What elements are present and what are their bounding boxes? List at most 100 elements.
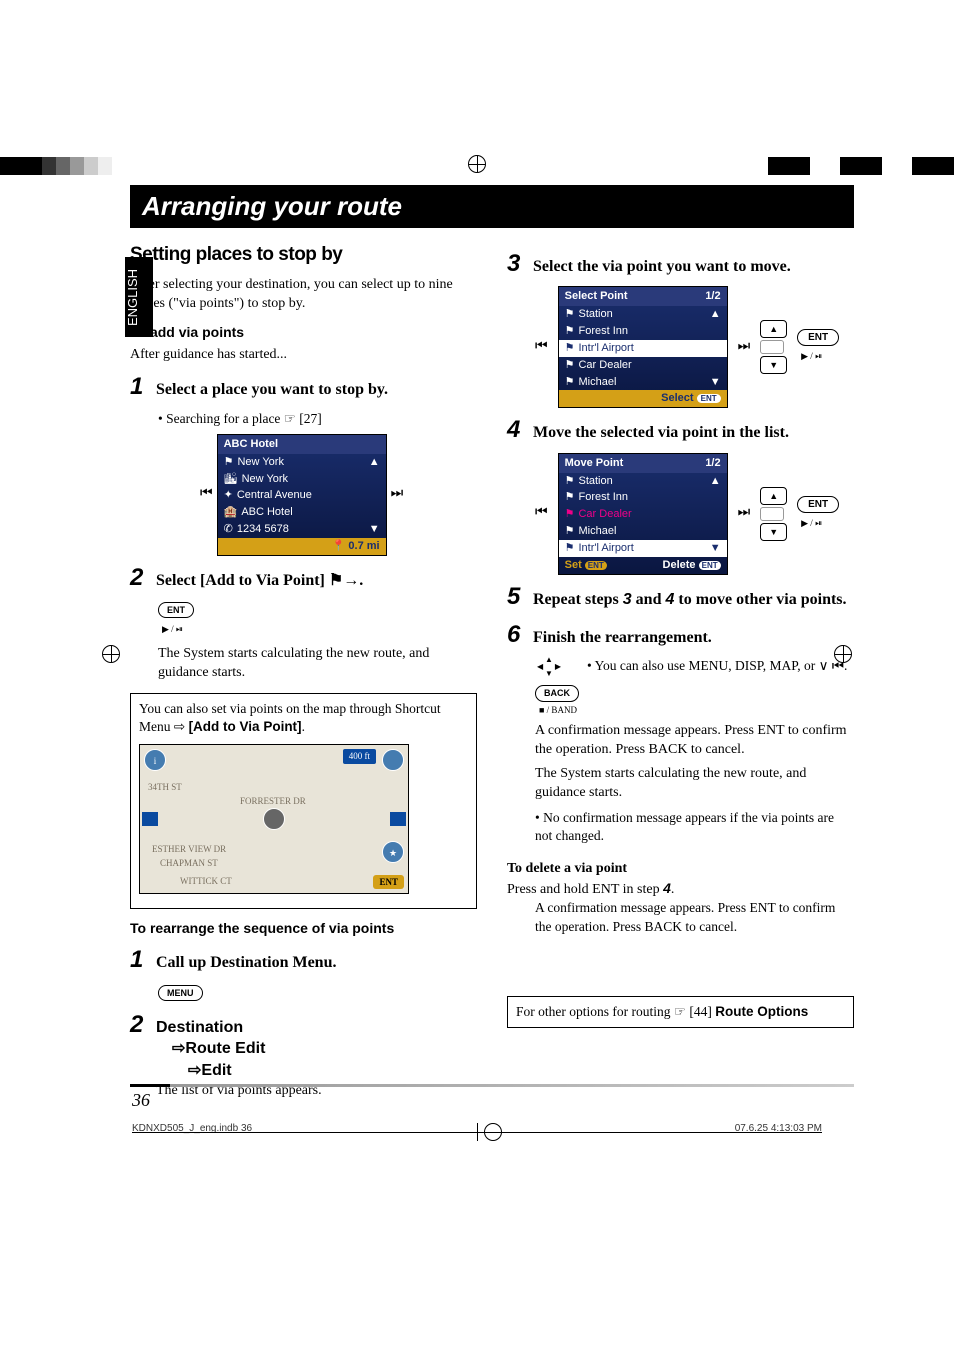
box-bold: [Add to Via Point] — [189, 719, 302, 734]
step-2-paragraph: The System starts calculating the new ro… — [158, 645, 477, 683]
via-point-icon: ⚑→. — [329, 572, 363, 589]
city-icon: 🏙 — [224, 472, 238, 487]
select-ent-badge: ENT — [697, 394, 721, 403]
hotel-title: ABC Hotel — [224, 437, 278, 452]
move-delete: Delete — [663, 559, 696, 571]
subheading-rearrange: To rearrange the sequence of via points — [130, 919, 477, 938]
step-number-4: 4 — [507, 414, 523, 446]
menu-path-1: Destination — [156, 1017, 477, 1039]
map-scale-badge: 400 ft — [343, 749, 376, 763]
up-button: ▲ — [760, 320, 787, 338]
footer-meta: KDNXD505_J_eng.indb 36 07.6.25 4:13:03 P… — [132, 1123, 822, 1141]
select-point-group: ⏮ Select Point1/2 ⚑Station▲ ⚑Forest Inn … — [535, 286, 854, 408]
page-content: ENGLISH Arranging your route Setting pla… — [0, 0, 954, 1166]
back-sub: ■ / BAND — [539, 704, 579, 716]
via-icon: ⚑ — [565, 324, 575, 339]
step-5-text: Repeat steps 3 and 4 to move other via p… — [533, 589, 854, 611]
down-button: ▼ — [760, 523, 787, 541]
page-title: Arranging your route — [130, 185, 854, 228]
hotel-screenshot: ⏮ ABC Hotel ⚑New York▲ 🏙New York ✦Centra… — [200, 434, 477, 556]
back-button: BACK — [535, 685, 579, 701]
section-title: Setting places to stop by — [130, 242, 477, 268]
step-number-3: 3 — [507, 248, 523, 280]
phone-icon: ✆ — [224, 522, 233, 537]
via-icon: ⚑ — [565, 524, 575, 539]
ent-button-pill: ENT — [797, 329, 839, 346]
hotel-distance: 0.7 mi — [348, 540, 379, 552]
mv-row-3: Michael — [578, 524, 616, 539]
step-number-5: 5 — [507, 581, 523, 613]
sub-after-text: After guidance has started... — [130, 346, 477, 365]
pin-icon: 📍 — [332, 540, 346, 552]
via-icon: ⚑ — [565, 507, 575, 522]
via-icon: ⚑ — [565, 474, 575, 489]
footer-box-pre: For other options for routing ☞ [44] — [516, 1004, 715, 1019]
hotel-icon: 🏨 — [224, 505, 238, 520]
hotel-row-2: Central Avenue — [237, 488, 312, 503]
mv-row-1: Forest Inn — [578, 490, 628, 505]
left-column: Setting places to stop by After selectin… — [130, 242, 477, 1106]
ctrl-spacer — [760, 507, 784, 521]
move-point-group: ⏮ Move Point1/2 ⚑Station▲ ⚑Forest Inn ⚑C… — [535, 453, 854, 575]
map-screenshot: i 400 ft ★ ENT 34TH ST FORRESTER DR ESTH… — [139, 744, 409, 894]
sel-row-0: Station — [578, 307, 612, 322]
move-set: Set — [565, 559, 582, 571]
via-icon: ⚑ — [565, 490, 575, 505]
step-number-b2: 2 — [130, 1009, 146, 1041]
sel-row-2: Intr'l Airport — [578, 341, 633, 356]
next-track-icon: ⏭ — [738, 504, 751, 523]
map-right-arrow — [390, 812, 406, 826]
map-street-2: FORRESTER DR — [240, 795, 306, 807]
step-3-text: Select the via point you want to move. — [533, 256, 854, 278]
via-icon: ⚑ — [565, 307, 575, 322]
map-left-arrow — [142, 812, 158, 826]
registration-mark-bottom — [484, 1123, 502, 1141]
hotel-row-1: New York — [242, 472, 288, 487]
ent-sub: ▶ / ⏯ — [801, 518, 822, 528]
via-icon: ⚑ — [565, 375, 575, 390]
step-2-text: Select [Add to Via Point] ⚑→. — [156, 570, 477, 592]
select-title: Select Point — [565, 289, 628, 304]
ent-sub-label: ▶ / ⏯ — [162, 624, 183, 634]
move-page: 1/2 — [705, 456, 720, 471]
via-icon: ⚑ — [565, 358, 575, 373]
step-number-2: 2 — [130, 562, 146, 594]
ent-sub: ▶ / ⏯ — [801, 351, 822, 361]
flag-icon: ⚑ — [224, 455, 234, 470]
map-ent-button: ENT — [373, 875, 404, 889]
move-ent2: ENT — [699, 561, 721, 570]
select-footer: Select — [661, 392, 693, 404]
map-compass-icon — [382, 749, 404, 771]
step-6-bullet: You can also use MENU, DISP, MAP, or ∨ ⏮… — [587, 657, 847, 675]
page-number: 36 — [132, 1090, 150, 1111]
map-info-icon: i — [144, 749, 166, 771]
ent-button-pill: ENT — [797, 496, 839, 513]
delete-line: Press and hold ENT in step 4. — [507, 879, 854, 900]
hotel-row-4: 1234 5678 — [237, 522, 289, 537]
prev-track-icon: ⏮ — [535, 338, 548, 357]
map-street-3: ESTHER VIEW DR — [152, 843, 226, 855]
hotel-row-3: ABC Hotel — [241, 505, 292, 520]
right-para-2: The System starts calculating the new ro… — [535, 765, 854, 803]
footer-box: For other options for routing ☞ [44] Rou… — [507, 996, 854, 1028]
next-track-icon: ⏭ — [391, 485, 404, 504]
mv-row-2: Car Dealer — [578, 507, 631, 522]
sel-row-4: Michael — [578, 375, 616, 390]
map-cursor-icon — [263, 808, 285, 830]
menu-path-3: ⇨Edit — [188, 1060, 477, 1082]
menu-path-2: ⇨Route Edit — [172, 1038, 477, 1060]
subheading-add: To add via points — [130, 323, 477, 342]
step-4-text: Move the selected via point in the list. — [533, 422, 854, 444]
language-tab: ENGLISH — [125, 257, 153, 337]
right-para-1: A confirmation message appears. Press EN… — [535, 722, 854, 760]
step-b1-text: Call up Destination Menu. — [156, 952, 477, 974]
step-number-6: 6 — [507, 619, 523, 651]
up-button: ▲ — [760, 487, 787, 505]
right-bullet-2: No confirmation message appears if the v… — [535, 809, 854, 845]
step-6-text: Finish the rearrangement. — [533, 627, 854, 649]
delete-title: To delete a via point — [507, 860, 854, 879]
delete-para: A confirmation message appears. Press EN… — [535, 899, 854, 935]
sel-row-1: Forest Inn — [578, 324, 628, 339]
ent-button: ENT — [158, 602, 194, 618]
select-page: 1/2 — [705, 289, 720, 304]
